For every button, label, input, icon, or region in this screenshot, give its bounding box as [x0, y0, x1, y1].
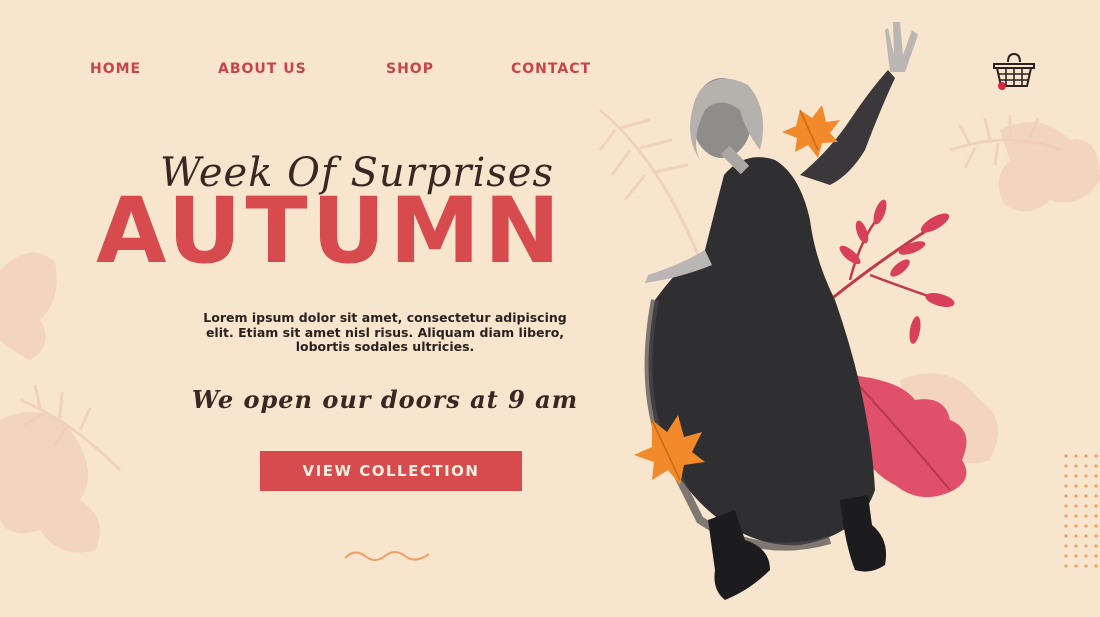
hero-model-photo	[634, 22, 967, 600]
view-collection-button[interactable]: VIEW COLLECTION	[260, 451, 522, 491]
decorative-squiggle	[344, 551, 430, 561]
nav-shop[interactable]: SHOP	[386, 61, 434, 77]
opening-hours-text: We open our doors at 9 am	[191, 385, 579, 414]
hero-title: AUTUMN	[96, 179, 565, 284]
hero-description: Lorem ipsum dolor sit amet, consectetur …	[203, 310, 567, 354]
nav-about-us[interactable]: ABOUT US	[218, 61, 307, 77]
nav-contact[interactable]: CONTACT	[511, 61, 591, 77]
pink-branch-illustration	[829, 199, 955, 344]
model-figure	[644, 22, 918, 600]
nav-home[interactable]: HOME	[90, 61, 141, 77]
decorative-dot-grid	[1064, 454, 1098, 568]
